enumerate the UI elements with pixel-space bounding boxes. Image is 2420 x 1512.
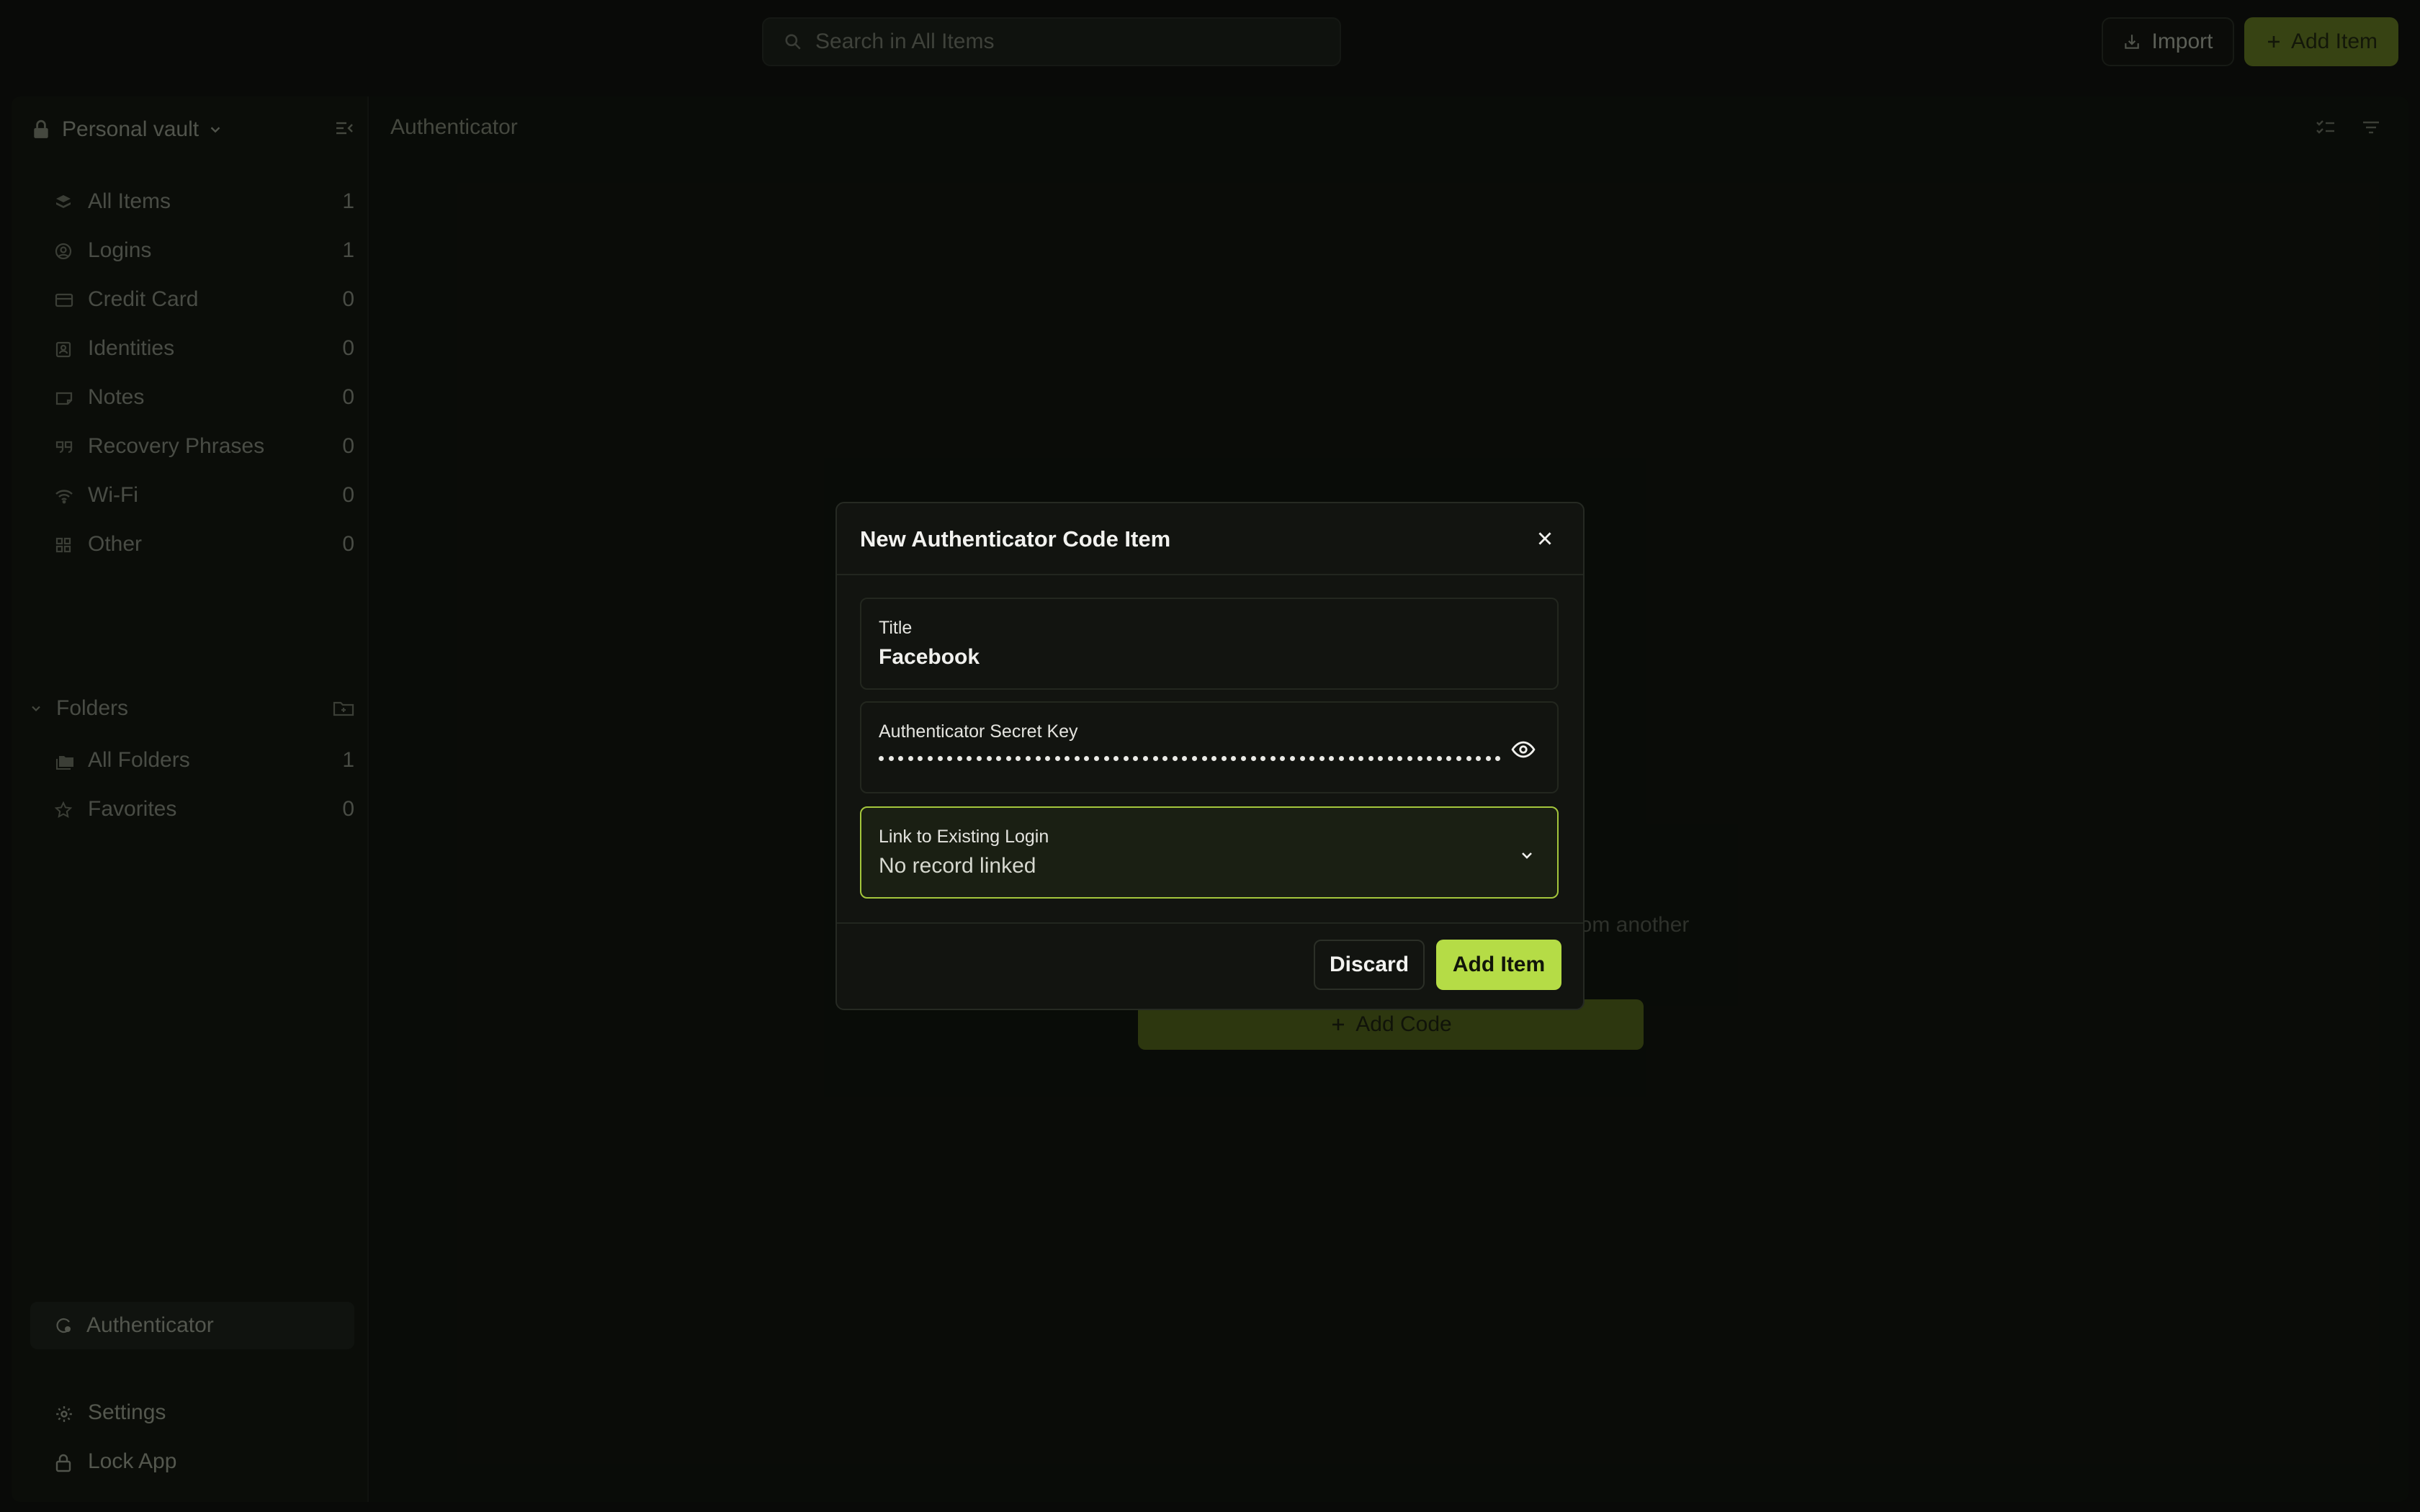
new-authenticator-dialog: New Authenticator Code Item Title Facebo…: [835, 502, 1585, 1010]
link-login-value: No record linked: [879, 854, 1036, 878]
mask-dot: [1309, 755, 1315, 761]
mask-dot: [1250, 755, 1256, 761]
mask-dot: [1348, 755, 1354, 761]
mask-dot: [1358, 755, 1364, 761]
mask-dot: [1074, 755, 1080, 761]
mask-dot: [1407, 755, 1413, 761]
mask-dot: [1143, 755, 1149, 761]
mask-dot: [918, 755, 923, 761]
title-field-label: Title: [879, 618, 913, 638]
mask-dot: [888, 755, 894, 761]
mask-dot: [1201, 755, 1207, 761]
mask-dot: [1446, 755, 1452, 761]
mask-dot: [1427, 755, 1433, 761]
mask-dot: [1035, 755, 1041, 761]
mask-dot: [1182, 755, 1188, 761]
mask-dot: [1133, 755, 1139, 761]
mask-dot: [1221, 755, 1227, 761]
mask-dot: [879, 755, 884, 761]
secret-key-label: Authenticator Secret Key: [879, 721, 1078, 742]
chevron-down-icon: [1518, 847, 1536, 864]
mask-dot: [967, 755, 972, 761]
secret-key-field[interactable]: Authenticator Secret Key: [860, 701, 1559, 793]
mask-dot: [1495, 755, 1501, 761]
mask-dot: [1397, 755, 1403, 761]
close-icon[interactable]: [1536, 529, 1554, 548]
mask-dot: [1152, 755, 1158, 761]
mask-dot: [1103, 755, 1109, 761]
title-field-value[interactable]: Facebook: [879, 645, 980, 670]
mask-dot: [996, 755, 1002, 761]
mask-dot: [1299, 755, 1305, 761]
mask-dot: [1231, 755, 1237, 761]
mask-dot: [1094, 755, 1100, 761]
mask-dot: [1456, 755, 1462, 761]
mask-dot: [1338, 755, 1344, 761]
secret-key-masked-value[interactable]: [879, 747, 1501, 769]
mask-dot: [1005, 755, 1011, 761]
mask-dot: [898, 755, 904, 761]
mask-dot: [1417, 755, 1422, 761]
mask-dot: [986, 755, 992, 761]
add-item-submit-button[interactable]: Add Item: [1436, 940, 1561, 990]
mask-dot: [1280, 755, 1286, 761]
mask-dot: [947, 755, 953, 761]
mask-dot: [1436, 755, 1442, 761]
mask-dot: [1378, 755, 1384, 761]
mask-dot: [1319, 755, 1325, 761]
mask-dot: [1162, 755, 1168, 761]
mask-dot: [976, 755, 982, 761]
mask-dot: [1260, 755, 1266, 761]
dialog-header: New Authenticator Code Item: [837, 503, 1583, 575]
mask-dot: [1485, 755, 1491, 761]
mask-dot: [1123, 755, 1129, 761]
mask-dot: [1172, 755, 1178, 761]
mask-dot: [1045, 755, 1051, 761]
mask-dot: [1270, 755, 1276, 761]
mask-dot: [1084, 755, 1090, 761]
eye-icon[interactable]: [1511, 737, 1536, 762]
dialog-title: New Authenticator Code Item: [860, 526, 1171, 552]
mask-dot: [1025, 755, 1031, 761]
title-field[interactable]: Title Facebook: [860, 598, 1559, 690]
mask-dot: [1054, 755, 1060, 761]
mask-dot: [1476, 755, 1482, 761]
mask-dot: [1329, 755, 1335, 761]
discard-button[interactable]: Discard: [1314, 940, 1425, 990]
link-login-label: Link to Existing Login: [879, 827, 1049, 847]
mask-dot: [937, 755, 943, 761]
mask-dot: [1113, 755, 1119, 761]
mask-dot: [908, 755, 913, 761]
mask-dot: [1240, 755, 1246, 761]
mask-dot: [1289, 755, 1295, 761]
mask-dot: [1211, 755, 1217, 761]
mask-dot: [1065, 755, 1070, 761]
mask-dot: [956, 755, 962, 761]
mask-dot: [1368, 755, 1373, 761]
mask-dot: [1466, 755, 1471, 761]
mask-dot: [927, 755, 933, 761]
dialog-footer: Discard Add Item: [837, 922, 1583, 1010]
mask-dot: [1387, 755, 1393, 761]
mask-dot: [1192, 755, 1197, 761]
mask-dot: [1016, 755, 1021, 761]
link-login-select[interactable]: Link to Existing Login No record linked: [860, 806, 1559, 899]
